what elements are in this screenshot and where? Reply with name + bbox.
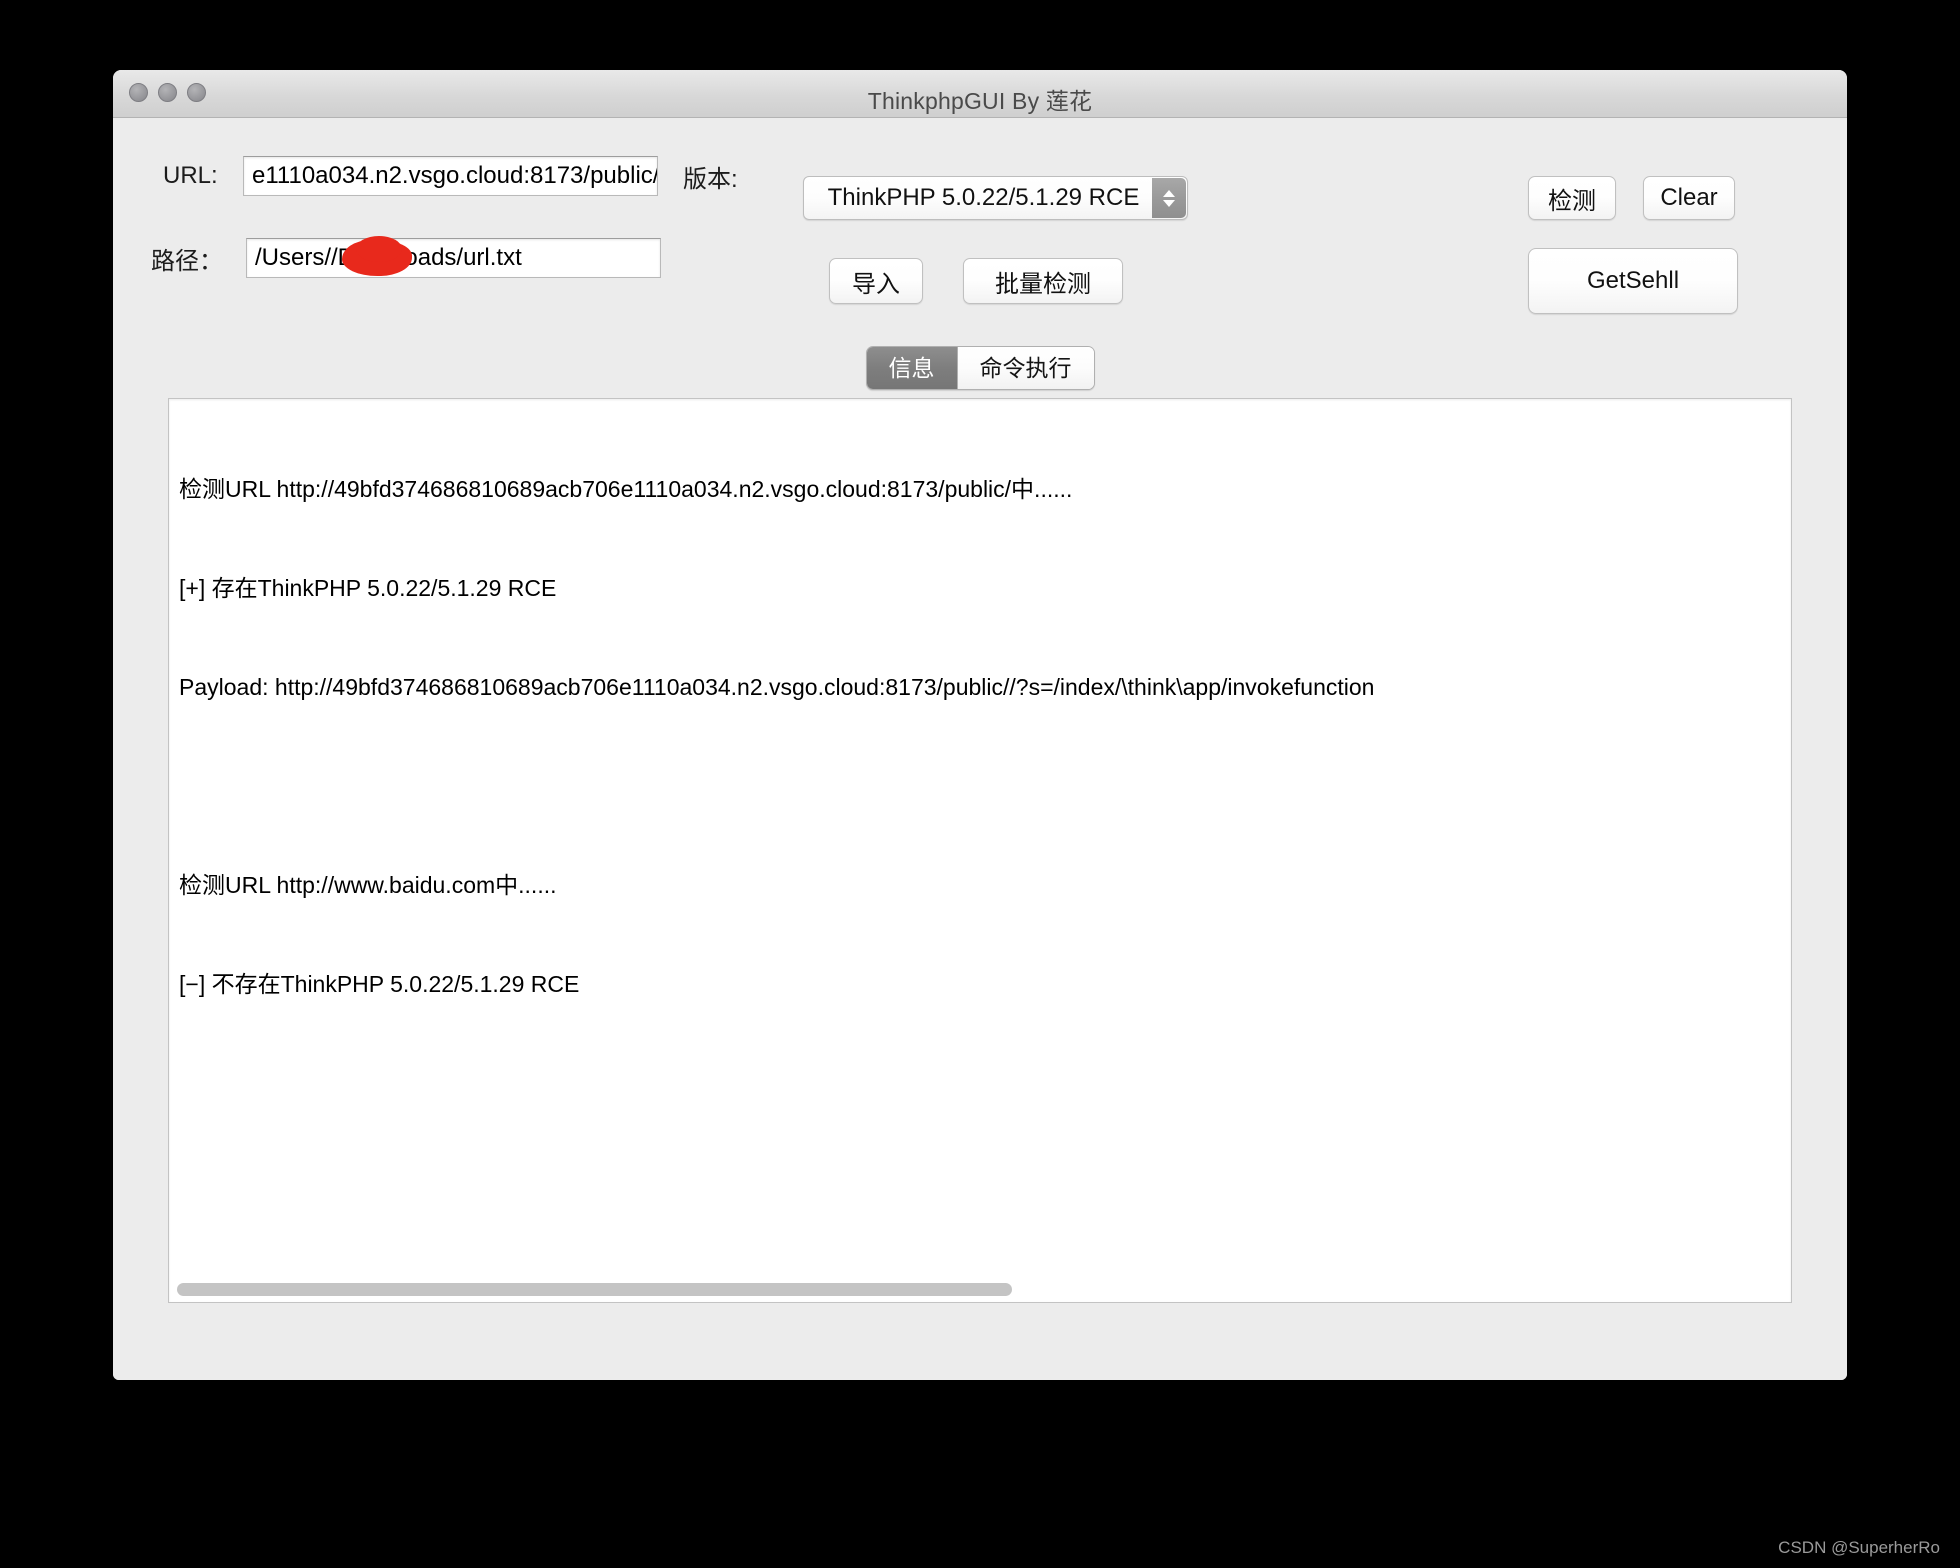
app-window: ThinkphpGUI By 莲花 URL: e1110a034.n2.vsgo… xyxy=(113,70,1847,1380)
log-line: Payload: http://49bfd374686810689acb706e… xyxy=(179,674,1375,700)
path-value-prefix: /Users/ xyxy=(255,244,332,271)
log-line: [−] 不存在ThinkPHP 5.0.22/5.1.29 RCE xyxy=(179,971,580,997)
getshell-button[interactable]: GetSehll xyxy=(1528,248,1738,314)
window-title: ThinkphpGUI By 莲花 xyxy=(867,88,1093,114)
path-input-wrapper: /Users//Downloads/url.txt xyxy=(246,236,661,278)
log-line: 检测URL http://www.baidu.com中...... xyxy=(179,872,557,898)
horizontal-scrollbar[interactable] xyxy=(172,1281,1788,1297)
clear-button[interactable]: Clear xyxy=(1643,176,1735,220)
tab-info[interactable]: 信息 xyxy=(866,347,957,389)
screen: ThinkphpGUI By 莲花 URL: e1110a034.n2.vsgo… xyxy=(0,0,1960,1568)
import-button[interactable]: 导入 xyxy=(829,258,923,304)
window-content: URL: e1110a034.n2.vsgo.cloud:8173/public… xyxy=(113,118,1847,1380)
log-text: 检测URL http://49bfd374686810689acb706e111… xyxy=(169,399,1791,1067)
log-panel[interactable]: 检测URL http://49bfd374686810689acb706e111… xyxy=(168,398,1792,1303)
horizontal-scrollbar-thumb[interactable] xyxy=(177,1283,1012,1296)
url-label: URL: xyxy=(163,162,218,189)
log-line-blank xyxy=(179,770,1791,803)
chevron-updown-icon[interactable] xyxy=(1152,178,1186,218)
path-input[interactable]: /Users//Downloads/url.txt xyxy=(246,238,661,278)
tab-bar: 信息 命令执行 xyxy=(113,346,1847,390)
url-input[interactable]: e1110a034.n2.vsgo.cloud:8173/public/ xyxy=(243,156,658,196)
tab-group: 信息 命令执行 xyxy=(865,346,1095,390)
log-line: [+] 存在ThinkPHP 5.0.22/5.1.29 RCE xyxy=(179,575,557,601)
version-select-value: ThinkPHP 5.0.22/5.1.29 RCE xyxy=(827,184,1140,211)
path-label: 路径： xyxy=(151,247,223,275)
batch-detect-button[interactable]: 批量检测 xyxy=(963,258,1123,304)
window-titlebar: ThinkphpGUI By 莲花 xyxy=(113,70,1847,118)
version-select[interactable]: ThinkPHP 5.0.22/5.1.29 RCE xyxy=(803,176,1188,220)
redaction-mark xyxy=(342,236,412,276)
log-line: 检测URL http://49bfd374686810689acb706e111… xyxy=(179,476,1073,502)
version-label: 版本: xyxy=(683,165,738,193)
watermark-text: CSDN @SuperherRo xyxy=(1778,1538,1940,1557)
detect-button[interactable]: 检测 xyxy=(1528,176,1616,220)
tab-command-exec[interactable]: 命令执行 xyxy=(956,347,1094,389)
